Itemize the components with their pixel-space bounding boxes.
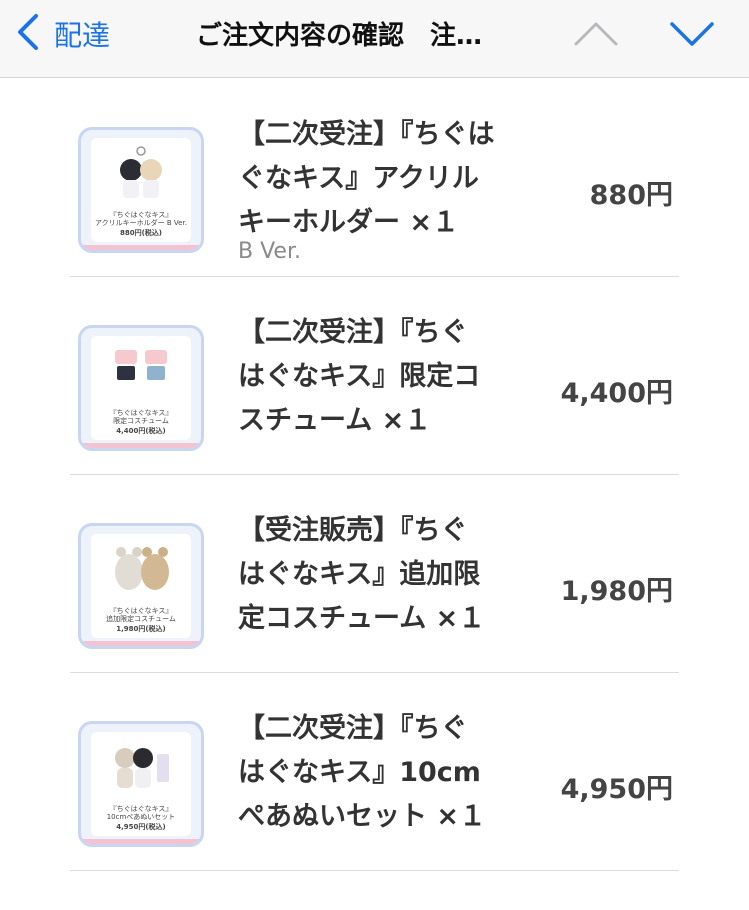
order-item-list: 『ちぐはぐなキス』 アクリルキーホルダー B Ver. 880円(税込) 【二次… [0,79,749,871]
back-label: 配達 [54,19,111,52]
costume-art [115,350,167,380]
back-button[interactable]: 配達 [14,12,110,56]
previous-button[interactable] [572,14,620,54]
product-name: 【二次受注】『ちぐ はぐなキス』10cm ぺあぬいセット ×１ [238,713,487,832]
product-variant: B Ver. [238,239,301,264]
product-price: 4,950円 [560,774,673,805]
page-title: ご注文内容の確認 注… [196,21,483,51]
order-item[interactable]: 『ちぐはぐなキス』 追加限定コスチューム 1,980円(税込) 【受注販売】『ち… [0,475,749,673]
product-name: 【二次受注】『ちぐは ぐなキス』アクリル キーホルダー ×１ [238,119,495,238]
product-thumbnail: 『ちぐはぐなキス』 追加限定コスチューム 1,980円(税込) [78,523,204,649]
product-thumbnail: 『ちぐはぐなキス』 アクリルキーホルダー B Ver. 880円(税込) [78,127,204,253]
product-thumbnail: 『ちぐはぐなキス』 限定コスチューム 4,400円(税込) [78,325,204,451]
product-thumbnail: 『ちぐはぐなキス』 10cmぺあぬいセット 4,950円(税込) [78,721,204,847]
chevron-left-icon [14,12,42,56]
plush-set-art [115,748,169,788]
product-name: 【受注販売】『ちぐ はぐなキス』追加限 定コスチューム ×１ [238,515,486,634]
product-name: 【二次受注】『ちぐ はぐなキス』限定コ スチューム ×１ [238,317,481,436]
next-button[interactable] [668,14,716,54]
product-price: 1,980円 [560,576,673,607]
order-item[interactable]: 『ちぐはぐなキス』 10cmぺあぬいセット 4,950円(税込) 【二次受注】『… [0,673,749,871]
chevron-down-icon [668,22,716,58]
order-item[interactable]: 『ちぐはぐなキス』 限定コスチューム 4,400円(税込) 【二次受注】『ちぐ … [0,277,749,475]
bear-costume-art [115,547,169,590]
order-item[interactable]: 『ちぐはぐなキス』 アクリルキーホルダー B Ver. 880円(税込) 【二次… [0,79,749,277]
product-price: 880円 [589,180,673,211]
chevron-up-icon [572,22,620,58]
navigation-bar: 配達 ご注文内容の確認 注… [0,0,749,78]
product-price: 4,400円 [560,378,673,409]
acrylic-keychain-art [120,146,162,198]
divider [70,870,679,871]
